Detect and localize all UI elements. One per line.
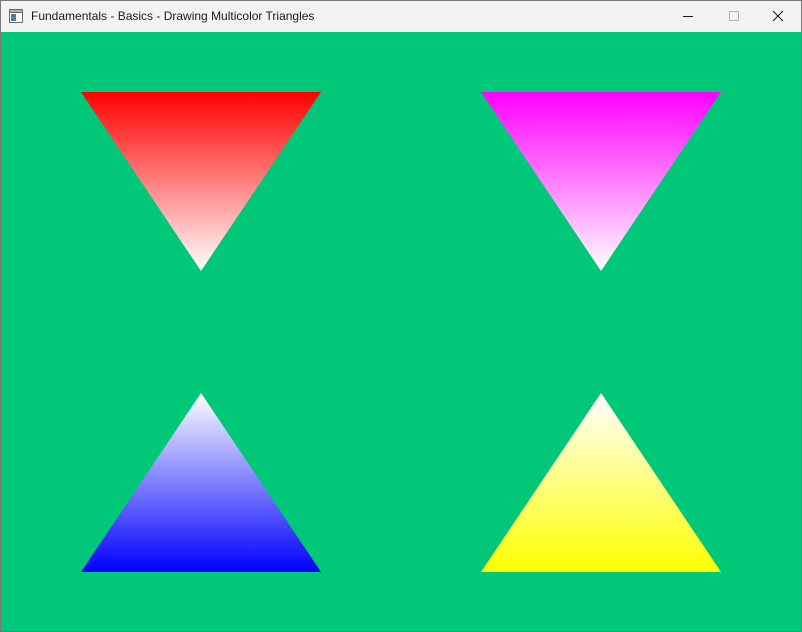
title-bar[interactable]: Fundamentals - Basics - Drawing Multicol…: [1, 1, 801, 31]
render-canvas[interactable]: [1, 32, 801, 631]
maximize-button[interactable]: [711, 1, 757, 31]
close-button[interactable]: [755, 1, 801, 31]
app-icon: [9, 9, 23, 23]
maximize-icon: [728, 10, 740, 22]
window-title: Fundamentals - Basics - Drawing Multicol…: [31, 9, 315, 23]
close-icon: [772, 10, 784, 22]
minimize-icon: [682, 10, 694, 22]
app-window: Fundamentals - Basics - Drawing Multicol…: [0, 0, 802, 632]
minimize-button[interactable]: [665, 1, 711, 31]
triangle-scene: [1, 32, 801, 631]
